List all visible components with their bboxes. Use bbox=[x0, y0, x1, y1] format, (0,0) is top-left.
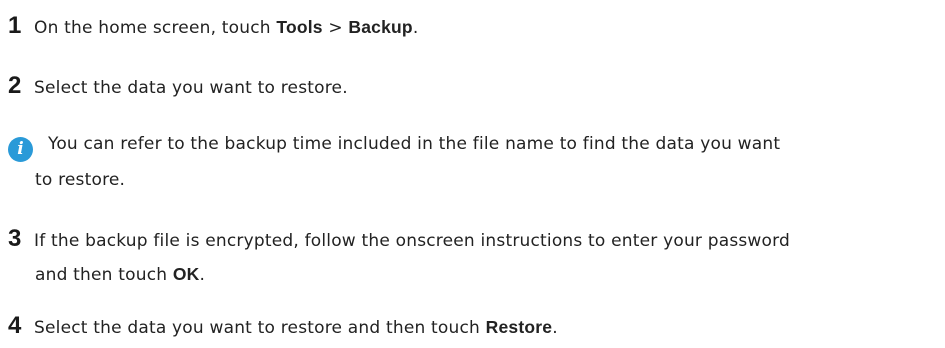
step-text: Select the data you want to restore. bbox=[34, 78, 348, 98]
step-text-part: . bbox=[552, 318, 558, 338]
step-text-part: Select the data you want to restore and … bbox=[34, 318, 486, 338]
step-number: 4 bbox=[8, 312, 22, 339]
separator: > bbox=[322, 18, 349, 38]
step-text-part: . bbox=[199, 265, 206, 285]
step-text-part: On the home screen, touch bbox=[34, 18, 277, 38]
step-4: 4 Select the data you want to restore and… bbox=[8, 312, 558, 340]
step-text: Select the data you want to restore and … bbox=[34, 317, 558, 338]
button-label-ok: OK bbox=[172, 264, 200, 284]
step-3-line-2: and then touch OK. bbox=[35, 264, 205, 285]
menu-label-backup: Backup bbox=[348, 17, 413, 37]
step-text: On the home screen, touch Tools > Backup… bbox=[34, 17, 419, 38]
step-number: 2 bbox=[8, 72, 22, 99]
step-text-part: . bbox=[412, 18, 419, 38]
step-2: 2 Select the data you want to restore. bbox=[8, 72, 348, 100]
step-text-part: and then touch bbox=[35, 265, 173, 285]
note-line-1: You can refer to the backup time include… bbox=[48, 134, 781, 154]
info-icon: i bbox=[8, 137, 33, 162]
button-label-restore: Restore bbox=[485, 317, 553, 337]
step-1: 1 On the home screen, touch Tools > Backu… bbox=[8, 12, 418, 40]
step-text: If the backup file is encrypted, follow … bbox=[34, 231, 791, 251]
menu-label-tools: Tools bbox=[276, 17, 323, 37]
note-line-2: to restore. bbox=[35, 170, 126, 190]
step-number: 1 bbox=[8, 12, 22, 39]
step-3: 3 If the backup file is encrypted, follow… bbox=[8, 225, 790, 253]
step-number: 3 bbox=[8, 225, 22, 252]
